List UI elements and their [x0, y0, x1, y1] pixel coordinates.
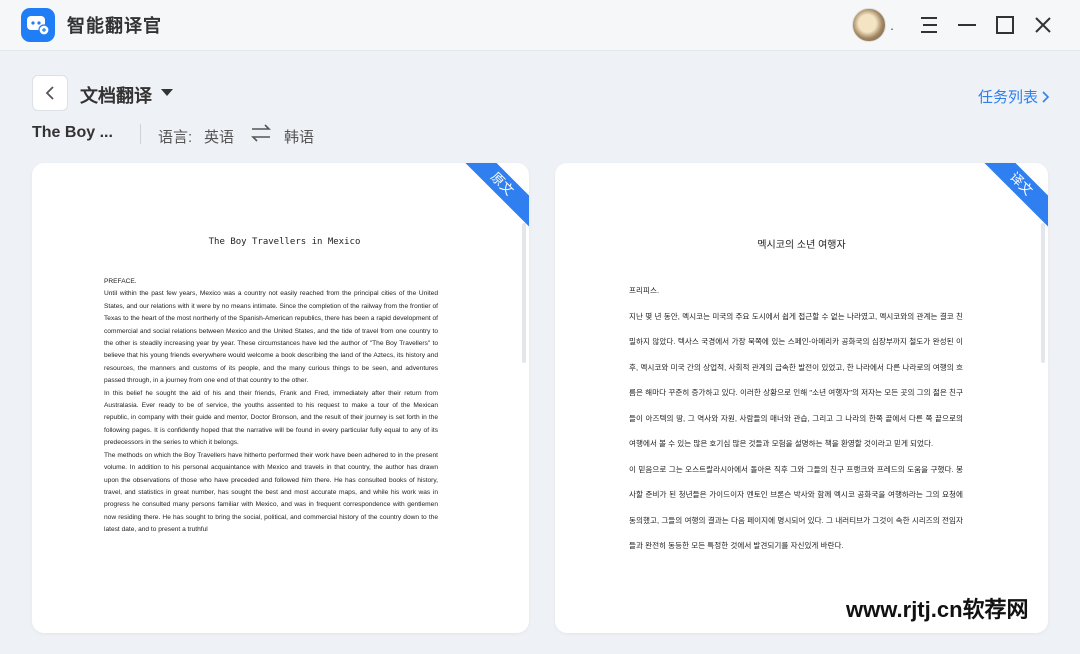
source-document-panel[interactable]: 原文 The Boy Travellers in Mexico PREFACE.…	[32, 163, 529, 633]
watermark: www.rjtj.cn软荐网	[846, 597, 1029, 622]
maximize-button[interactable]	[986, 0, 1024, 50]
task-list-label: 任务列表	[977, 89, 1038, 106]
menu-button[interactable]	[910, 0, 948, 50]
chevron-left-icon	[45, 86, 54, 100]
target-doc-body: 프리피스. 지난 몇 년 동안, 멕시코는 미국의 주요 도시에서 쉽게 접근할…	[629, 278, 963, 559]
divider	[140, 124, 141, 144]
target-ribbon: 译文	[974, 163, 1048, 231]
source-language[interactable]: 英语	[204, 126, 234, 147]
source-paragraph: PREFACE.	[104, 278, 137, 285]
target-doc-title: 멕시코의 소년 여행자	[757, 240, 846, 251]
minimize-icon	[958, 24, 976, 26]
swap-icon[interactable]	[250, 124, 272, 147]
avatar-suffix: .	[890, 17, 894, 33]
mode-selector[interactable]: 文档翻译	[80, 82, 152, 108]
app-name: 智能翻译官	[67, 16, 162, 36]
source-paragraph: Until within the past few years, Mexico …	[104, 290, 438, 385]
minimize-button[interactable]	[948, 0, 986, 50]
source-doc-title: The Boy Travellers in Mexico	[208, 237, 361, 247]
caret-down-icon[interactable]	[160, 84, 174, 102]
avatar[interactable]	[852, 8, 887, 42]
target-language[interactable]: 韩语	[284, 126, 314, 147]
source-paragraph: In this belief he sought the aid of his …	[104, 389, 438, 447]
target-document-panel[interactable]: 译文 멕시코의 소년 여행자 프리피스. 지난 몇 년 동안, 멕시코는 미국의…	[555, 163, 1048, 633]
target-paragraph: 프리피스.	[629, 286, 660, 295]
maximize-icon	[996, 16, 1014, 34]
menu-icon	[921, 17, 937, 33]
title-bar: 智能翻译官 .	[0, 0, 1080, 51]
target-paragraph: 지난 몇 년 동안, 멕시코는 미국의 주요 도시에서 쉽게 접근할 수 없는 …	[629, 311, 963, 449]
source-paragraph: The methods on which the Boy Travellers …	[104, 451, 438, 534]
close-icon	[1035, 17, 1051, 33]
language-label: 语言:	[158, 129, 193, 146]
task-list-link[interactable]: 任务列表	[978, 86, 1050, 107]
file-name: The Boy ...	[32, 124, 113, 141]
app-logo-icon	[21, 8, 55, 42]
close-button[interactable]	[1024, 0, 1062, 50]
chevron-right-icon	[1042, 90, 1050, 103]
target-paragraph: 이 믿음으로 그는 오스트랄라시아에서 돌아온 직후 그와 그들의 친구 프랭크…	[629, 464, 963, 551]
source-ribbon: 原文	[455, 163, 529, 231]
source-doc-body: PREFACE. Until within the past few years…	[104, 276, 438, 537]
back-button[interactable]	[32, 75, 68, 111]
